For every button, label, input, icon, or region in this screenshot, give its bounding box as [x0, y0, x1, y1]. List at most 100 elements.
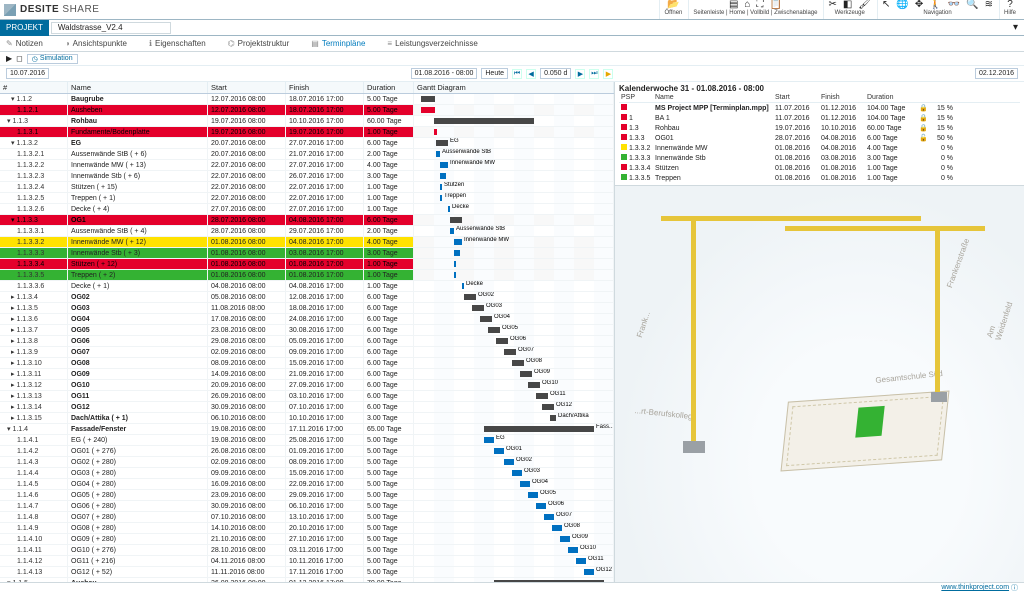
schedule-row[interactable]: ▸ 1.1.3.14OG1230.09.2016 08:0007.10.2016…: [0, 402, 614, 413]
schedule-row[interactable]: 1.1.3.3.4Stützen ( + 12)01.08.2016 08:00…: [0, 259, 614, 270]
3d-viewport[interactable]: ...rt-Berufskolleg Gesamtschule Süd Fran…: [615, 186, 1024, 582]
schedule-row[interactable]: 1.1.3.2.5Treppen ( + 1)22.07.2016 08:002…: [0, 193, 614, 204]
schedule-row[interactable]: 1.1.4.1EG ( + 240)19.08.2016 08:0025.08.…: [0, 435, 614, 446]
panel-tab[interactable]: ✎Notizen: [6, 39, 43, 48]
home-icon[interactable]: ⌂: [744, 0, 750, 10]
schedule-row[interactable]: 1.1.4.10OG09 ( + 280)21.10.2016 08:0027.…: [0, 534, 614, 545]
schedule-row[interactable]: 1.1.4.13OG12 ( + 52)11.11.2016 08:0017.1…: [0, 567, 614, 578]
panel-tab[interactable]: ≡Leistungsverzeichnisse: [387, 39, 477, 48]
schedule-row[interactable]: ▸ 1.1.3.7OG0523.08.2016 08:0030.08.2016 …: [0, 325, 614, 336]
kw-row[interactable]: 1.3.3.3Innenwände Stb01.08.201603.08.201…: [619, 153, 1020, 163]
schedule-row[interactable]: 1.1.3.2.4Stützen ( + 15)22.07.2016 08:00…: [0, 182, 614, 193]
color-icon[interactable]: ◧: [843, 0, 852, 10]
schedule-row[interactable]: ▸ 1.1.3.8OG0629.08.2016 08:0005.09.2016 …: [0, 336, 614, 347]
schedule-row[interactable]: 1.1.4.8OG07 ( + 280)07.10.2016 08:0013.1…: [0, 512, 614, 523]
panel-tab[interactable]: ⌬Projektstruktur: [228, 39, 290, 48]
schedule-row[interactable]: 1.1.3.3.5Treppen ( + 2)01.08.2016 08:000…: [0, 270, 614, 281]
kw-row[interactable]: 1.3.3.2Innenwände MW01.08.201604.08.2016…: [619, 143, 1020, 153]
col-header-id[interactable]: #: [0, 82, 68, 93]
step-size-input[interactable]: 0.050 d: [540, 68, 571, 79]
schedule-row[interactable]: 1.1.4.3OG02 ( + 280)02.09.2016 08:0008.0…: [0, 457, 614, 468]
col-header-finish[interactable]: Finish: [286, 82, 364, 93]
help-icon[interactable]: ?: [1007, 0, 1013, 10]
schedule-row[interactable]: 1.1.3.3.2Innenwände MW ( + 12)01.08.2016…: [0, 237, 614, 248]
schedule-row[interactable]: ▸ 1.1.3.5OG0311.08.2016 08:0018.08.2016 …: [0, 303, 614, 314]
col-header-gantt[interactable]: Gantt Diagram: [414, 82, 614, 93]
footer-link[interactable]: www.thinkproject.com: [941, 584, 1009, 591]
schedule-row[interactable]: ▾ 1.1.3.2EG20.07.2016 08:0027.07.2016 17…: [0, 138, 614, 149]
kw-row[interactable]: 1.3.3.4Stützen01.08.201601.08.20161.00 T…: [619, 163, 1020, 173]
walk-icon[interactable]: 🚶: [929, 0, 941, 10]
step-fwd-icon[interactable]: ▶: [575, 69, 585, 79]
schedule-row[interactable]: ▸ 1.1.3.13OG1126.09.2016 08:0003.10.2016…: [0, 391, 614, 402]
clipboard-icon[interactable]: 📋: [769, 0, 781, 10]
open-icon[interactable]: 📂: [667, 0, 679, 10]
kw-row[interactable]: 1.3.3.5Treppen01.08.201601.08.20161.00 T…: [619, 173, 1020, 183]
schedule-row[interactable]: ▾ 1.1.2Baugrube12.07.2016 08:0018.07.201…: [0, 94, 614, 105]
schedule-row[interactable]: 1.1.3.3.6Decke ( + 1)04.08.2016 08:0004.…: [0, 281, 614, 292]
schedule-row[interactable]: ▸ 1.1.3.6OG0417.08.2016 08:0024.08.2016 …: [0, 314, 614, 325]
schedule-row[interactable]: ▸ 1.1.3.10OG0808.09.2016 08:0015.09.2016…: [0, 358, 614, 369]
schedule-row[interactable]: 1.1.4.12OG11 ( + 216)04.11.2016 08:0010.…: [0, 556, 614, 567]
schedule-row[interactable]: 1.1.3.2.2Innenwände MW ( + 13)22.07.2016…: [0, 160, 614, 171]
kw-row[interactable]: 1BA 111.07.201601.12.2016104.00 Tage🔒15 …: [619, 113, 1020, 123]
sidepanel-icon[interactable]: ▤: [729, 0, 738, 10]
panel-tab[interactable]: ℹEigenschaften: [149, 39, 206, 48]
project-name-field[interactable]: Waldstrasse_V2.4: [51, 22, 171, 34]
today-button[interactable]: Heute: [481, 68, 508, 79]
schedule-row[interactable]: 1.1.3.2.1Aussenwände StB ( + 6)20.07.201…: [0, 149, 614, 160]
panel-tab[interactable]: ▤Terminpläne: [311, 39, 365, 48]
col-header-name[interactable]: Name: [68, 82, 208, 93]
range-end-input[interactable]: 02.12.2016: [975, 68, 1018, 79]
schedule-row[interactable]: 1.1.4.6OG05 ( + 280)23.09.2016 08:0029.0…: [0, 490, 614, 501]
search-icon[interactable]: 🔍: [966, 0, 978, 10]
kw-row[interactable]: 1.3.3OG0128.07.201604.08.20166.00 Tage🔓5…: [619, 133, 1020, 143]
cut-icon[interactable]: ✂: [828, 0, 836, 10]
simulation-button[interactable]: ◷Simulation: [27, 54, 78, 64]
current-time-input[interactable]: 01.08.2016 - 08:00: [411, 68, 478, 79]
schedule-row[interactable]: 1.1.4.4OG03 ( + 280)09.09.2016 08:0015.0…: [0, 468, 614, 479]
kw-row[interactable]: MS Project MPP [Terminplan.mpp]11.07.201…: [619, 103, 1020, 113]
schedule-row[interactable]: ▸ 1.1.3.9OG0702.09.2016 08:0009.09.2016 …: [0, 347, 614, 358]
schedule-body[interactable]: ▾ 1.1.2Baugrube12.07.2016 08:0018.07.201…: [0, 94, 614, 582]
task-icon[interactable]: ▶: [6, 54, 12, 63]
globe-icon[interactable]: 🌐: [896, 0, 908, 10]
project-tab[interactable]: PROJEKT: [0, 20, 49, 36]
schedule-row[interactable]: ▸ 1.1.3.15Dach/Attika ( + 1)06.10.2016 0…: [0, 413, 614, 424]
schedule-row[interactable]: 1.1.4.9OG08 ( + 280)14.10.2016 08:0020.1…: [0, 523, 614, 534]
schedule-row[interactable]: 1.1.3.3.3Innenwände Stb ( + 3)01.08.2016…: [0, 248, 614, 259]
binoculars-icon[interactable]: 👓: [948, 0, 960, 10]
paint-icon[interactable]: 🖌: [858, 0, 871, 10]
schedule-row[interactable]: 1.1.2.1Ausheben12.07.2016 08:0018.07.201…: [0, 105, 614, 116]
skip-end-icon[interactable]: ⏭: [589, 69, 599, 79]
schedule-row[interactable]: 1.1.3.3.1Aussenwände StB ( + 4)28.07.201…: [0, 226, 614, 237]
pointer-icon[interactable]: ↖: [882, 0, 890, 10]
play-icon[interactable]: ▶: [603, 69, 613, 79]
schedule-row[interactable]: ▾ 1.1.4Fassade/Fenster19.08.2016 08:0017…: [0, 424, 614, 435]
col-header-start[interactable]: Start: [208, 82, 286, 93]
schedule-row[interactable]: ▸ 1.1.3.4OG0205.08.2016 08:0012.08.2016 …: [0, 292, 614, 303]
schedule-row[interactable]: ▾ 1.1.5Ausbau26.08.2016 08:0001.12.2016 …: [0, 578, 614, 582]
schedule-row[interactable]: 1.1.4.7OG06 ( + 280)30.09.2016 08:0006.1…: [0, 501, 614, 512]
waves-icon[interactable]: ≋: [985, 0, 993, 10]
project-menu-icon[interactable]: ▾: [1013, 22, 1018, 33]
schedule-row[interactable]: 1.1.3.2.6Decke ( + 4)27.07.2016 08:0027.…: [0, 204, 614, 215]
schedule-row[interactable]: 1.1.4.2OG01 ( + 276)26.08.2016 08:0001.0…: [0, 446, 614, 457]
schedule-row[interactable]: 1.1.4.5OG04 ( + 280)16.09.2016 08:0022.0…: [0, 479, 614, 490]
col-header-duration[interactable]: Duration: [364, 82, 414, 93]
schedule-row[interactable]: ▸ 1.1.3.11OG0914.09.2016 08:0021.09.2016…: [0, 369, 614, 380]
fullscreen-icon[interactable]: ⛶: [756, 0, 763, 10]
panel-tab[interactable]: ◑Ansichtspunkte: [65, 39, 127, 48]
skip-start-icon[interactable]: ⏮: [512, 69, 522, 79]
range-start-input[interactable]: 10.07.2016: [6, 68, 49, 79]
schedule-row[interactable]: 1.1.4.11OG10 ( + 276)28.10.2016 08:0003.…: [0, 545, 614, 556]
schedule-row[interactable]: 1.1.3.1Fundamente/Bodenplatte19.07.2016 …: [0, 127, 614, 138]
schedule-row[interactable]: ▾ 1.1.3.3OG128.07.2016 08:0004.08.2016 1…: [0, 215, 614, 226]
stop-icon[interactable]: ◻: [16, 54, 23, 63]
step-back-icon[interactable]: ◀: [526, 69, 536, 79]
move-icon[interactable]: ✥: [915, 0, 923, 10]
kw-row[interactable]: 1.3Rohbau19.07.201610.10.201660.00 Tage🔒…: [619, 123, 1020, 133]
info-icon[interactable]: ⓘ: [1011, 583, 1018, 593]
schedule-row[interactable]: ▾ 1.1.3Rohbau19.07.2016 08:0010.10.2016 …: [0, 116, 614, 127]
schedule-row[interactable]: ▸ 1.1.3.12OG1020.09.2016 08:0027.09.2016…: [0, 380, 614, 391]
